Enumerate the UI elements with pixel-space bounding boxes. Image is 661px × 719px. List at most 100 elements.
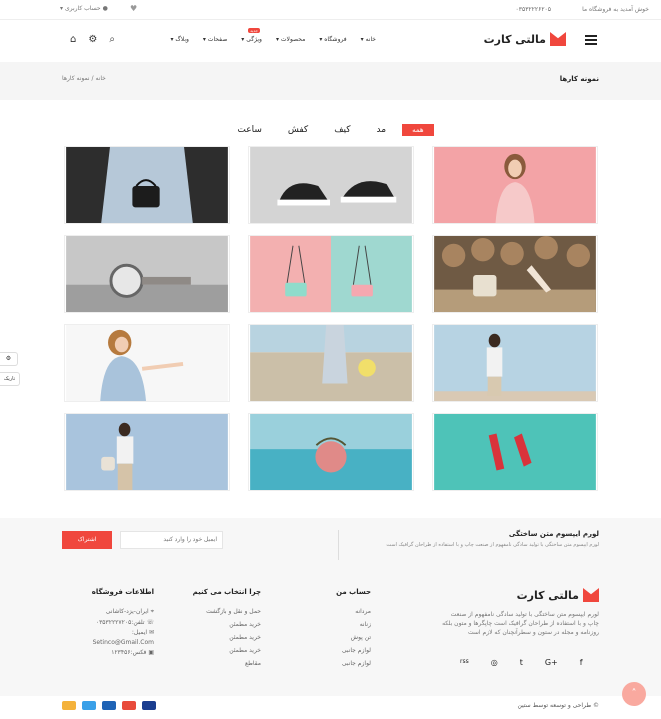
new-badge: جدید (248, 28, 260, 33)
phone-number: ۰۳۵۳۲۲۲۶۲۰۵ (515, 6, 551, 13)
chevron-down-icon: ▾ (60, 5, 64, 12)
filter-watch[interactable]: ساعت (227, 124, 272, 136)
portfolio-item[interactable] (64, 235, 230, 313)
main-nav: خانه ▾ فروشگاه ▾ محصولات ▾ ویژگی ▾ جدید … (170, 28, 376, 43)
main-header: مالتی کارت خانه ▾ فروشگاه ▾ محصولات ▾ وی… (0, 20, 661, 62)
paypal-icon (102, 701, 116, 710)
portfolio-item[interactable] (432, 235, 598, 313)
rss-icon[interactable]: rss (460, 658, 469, 667)
footer-link[interactable]: حمل و نقل و بازگشت (206, 608, 261, 615)
facebook-icon[interactable]: f (580, 658, 583, 667)
account-menu[interactable]: ● حساب کاربری ▾ (60, 5, 108, 12)
cart-icon[interactable]: ⌂ (70, 34, 76, 45)
footer-about-text: لورم ایپسوم متن ساختگی با تولید سادگی نا… (442, 611, 599, 636)
amex-icon (82, 701, 96, 710)
woman-blue-image (434, 325, 596, 401)
portfolio-item[interactable] (64, 324, 230, 402)
logo-mark-icon (550, 32, 566, 46)
filter-shoes[interactable]: کفش (278, 124, 318, 136)
woman-pointing-image (66, 325, 228, 401)
google-plus-icon[interactable]: G+ (545, 658, 558, 667)
nav-home[interactable]: خانه ▾ (361, 36, 376, 43)
breadcrumb-band: نمونه کارها خانه / نمونه کارها (0, 62, 661, 100)
footer-logo[interactable]: مالتی کارت (517, 588, 599, 602)
footer-info-title: اطلاعات فروشگاه (91, 588, 154, 596)
dark-mode-button[interactable]: تاریک (0, 372, 20, 386)
account-label: حساب کاربری (64, 5, 101, 12)
nav-blog[interactable]: وبلاگ ▾ (170, 36, 188, 43)
pastel-bags-image (250, 236, 412, 312)
nav-products[interactable]: محصولات ▾ (276, 36, 305, 43)
portfolio-item[interactable] (248, 413, 414, 491)
hamburger-icon[interactable] (585, 35, 597, 45)
footer: لورم ایپسوم متن ساختگی لورم ایپسوم متن س… (0, 518, 661, 696)
footer-link[interactable]: لوازم جانبی (342, 660, 371, 667)
footer-why-title: چرا انتخاب می کنیم (192, 588, 261, 596)
instagram-icon[interactable]: ◎ (491, 658, 498, 667)
legs-bag-image (434, 236, 596, 312)
portfolio-item[interactable] (248, 146, 414, 224)
filter-bag[interactable]: کیف (324, 124, 360, 136)
visa-icon (142, 701, 156, 710)
footer-why-links: حمل و نقل و بازگشت خرید مطمئن خرید مطمئن… (206, 608, 261, 667)
fax-text: ▣ فکس:۱۲۳۴۵۶ (111, 649, 154, 656)
newsletter-title: لورم ایپسوم متن ساختگی (508, 530, 599, 538)
filter-all[interactable]: همه (402, 124, 434, 136)
footer-link[interactable]: خرید مطمئن (206, 621, 261, 628)
subscribe-button[interactable]: اشتراک (62, 531, 112, 549)
nav-shop[interactable]: فروشگاه ▾ (319, 36, 346, 43)
breadcrumb[interactable]: خانه / نمونه کارها (62, 75, 106, 82)
email-value[interactable]: Setinco@Gmail.Com (93, 639, 154, 646)
settings-float-button[interactable]: ⚙ (0, 352, 18, 366)
portfolio-item[interactable] (64, 413, 230, 491)
footer-link[interactable]: مردانه (342, 608, 371, 615)
woman-wall-image (66, 414, 228, 490)
gear-icon: ⚙ (5, 355, 12, 362)
portfolio-item[interactable] (432, 146, 598, 224)
store-info: ⌖ ایران-یزد-کاشانی ☏ تلفن:۰۳۵۳۲۲۲۷۲۰۵ ✉ … (93, 608, 154, 656)
footer-link[interactable]: زنانه (342, 621, 371, 628)
footer-link[interactable]: لوازم جانبی (342, 647, 371, 654)
footer-link[interactable]: خرید مطمئن (206, 634, 261, 641)
portfolio-item[interactable] (64, 146, 230, 224)
heart-icon[interactable]: ♥ (130, 4, 137, 13)
filter-fashion[interactable]: مد (367, 124, 397, 136)
portfolio-item[interactable] (248, 235, 414, 313)
discover-icon (62, 701, 76, 710)
nav-features-label: ویژگی ▾ (241, 36, 262, 43)
logo[interactable]: مالتی کارت (484, 32, 566, 46)
footer-logo-text: مالتی کارت (516, 588, 579, 602)
footer-account-links: مردانه زنانه تن پوش لوازم جانبی لوازم جا… (342, 608, 371, 667)
social-links: rss ◎ t G+ f (460, 658, 583, 667)
nav-pages[interactable]: صفحات ▾ (203, 36, 227, 43)
email-field[interactable] (120, 531, 223, 549)
payment-icons (62, 701, 156, 710)
nav-features[interactable]: ویژگی ▾ جدید (241, 28, 262, 43)
portfolio-item[interactable] (432, 413, 598, 491)
portfolio-filters: همه مد کیف کفش ساعت (0, 124, 661, 136)
footer-link[interactable]: تن پوش (342, 634, 371, 641)
scroll-to-top-button[interactable]: ˄ (622, 682, 646, 706)
page-title: نمونه کارها (559, 75, 599, 83)
red-shoes-image (434, 414, 596, 490)
sneakers-image (250, 147, 412, 223)
phone-icon: ☏ (144, 619, 154, 626)
address-text: ⌖ ایران-یزد-کاشانی (105, 608, 154, 615)
mail-icon: ✉ (147, 629, 154, 636)
beach-bag-image (250, 414, 412, 490)
footer-link[interactable]: مقاطع (206, 660, 261, 667)
gear-icon[interactable]: ⚙ (88, 34, 97, 45)
mastercard-icon (122, 701, 136, 710)
twitter-icon[interactable]: t (520, 658, 523, 667)
portfolio-item[interactable] (432, 324, 598, 402)
bottom-bar: © طراحی و توسعه توسط ستین (0, 696, 661, 719)
portfolio-item[interactable] (248, 324, 414, 402)
footer-link[interactable]: خرید مطمئن (206, 647, 261, 654)
welcome-text: خوش آمدید به فروشگاه ما (582, 6, 649, 13)
newsletter-divider (338, 530, 339, 560)
email-label: ✉ ایمیل: (131, 629, 154, 636)
dark-mode-label: تاریک (3, 376, 16, 382)
search-icon[interactable]: ⌕ (109, 34, 115, 45)
logo-text: مالتی کارت (483, 32, 546, 46)
beach-walk-image (250, 325, 412, 401)
